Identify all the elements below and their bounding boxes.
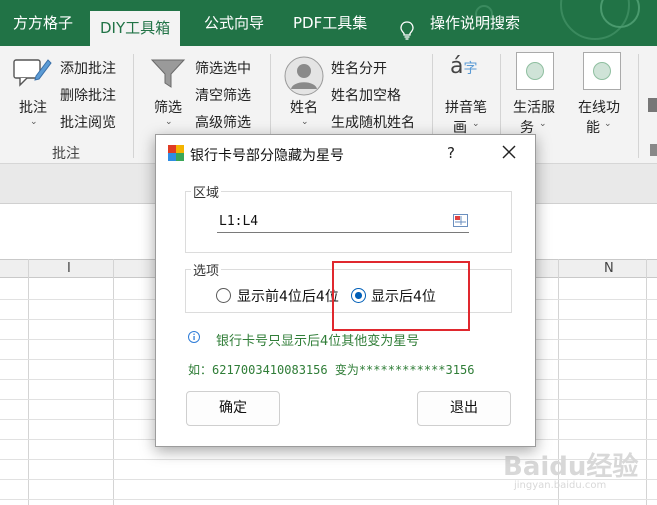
name-button-label[interactable]: 姓名 — [290, 97, 318, 117]
range-input[interactable] — [217, 211, 469, 233]
truncated-group-label — [650, 144, 657, 156]
grid-line — [646, 259, 647, 505]
view-comments-button[interactable]: 批注阅览 — [60, 112, 116, 132]
grid-line — [0, 499, 657, 500]
column-header-i[interactable]: I — [67, 261, 71, 276]
life-services-label[interactable]: 生活服 — [513, 97, 555, 117]
online-features-label-2: 能 — [586, 120, 600, 136]
pinyin-button-label[interactable]: 拼音笔 — [445, 97, 487, 117]
person-icon[interactable] — [284, 56, 324, 96]
chevron-down-icon: ⌄ — [472, 119, 480, 129]
chevron-down-icon: ⌄ — [604, 119, 612, 129]
add-comment-button[interactable]: 添加批注 — [60, 58, 116, 78]
dialog-title: 银行卡号部分隐藏为星号 — [190, 148, 344, 164]
mask-card-number-dialog: 银行卡号部分隐藏为星号 ? 区域 选项 显示前4位后4位 显示后4位 银行卡号只… — [155, 134, 536, 447]
hint-text: 银行卡号只显示后4位其他变为星号 — [216, 334, 420, 349]
clear-filter-button[interactable]: 清空筛选 — [195, 85, 251, 105]
lightbulb-icon[interactable] — [400, 21, 414, 40]
truncated-ribbon-button[interactable] — [648, 98, 657, 112]
online-features-icon[interactable] — [583, 52, 621, 90]
ribbon-tab-bar: 方方格子 DIY工具箱 公式向导 PDF工具集 操作说明搜索 — [0, 0, 657, 46]
tab-pdf-tools[interactable]: PDF工具集 — [293, 0, 367, 46]
watermark-url: jingyan.baidu.com — [514, 480, 607, 491]
tab-formula-wizard[interactable]: 公式向导 — [204, 0, 264, 46]
close-icon[interactable] — [499, 142, 519, 162]
filter-selected-button[interactable]: 筛选选中 — [195, 58, 251, 78]
chevron-down-icon: ⌄ — [30, 117, 38, 127]
radio-show-first4-last4[interactable] — [216, 288, 231, 303]
delete-comment-button[interactable]: 删除批注 — [60, 85, 116, 105]
life-services-icon[interactable] — [516, 52, 554, 90]
highlight-box — [332, 261, 470, 331]
help-button[interactable]: ? — [447, 144, 455, 162]
comment-group-label: 批注 — [52, 146, 80, 162]
tab-search[interactable]: 操作说明搜索 — [430, 0, 520, 46]
example-text: 如：6217003410083156 变为************3156 — [188, 363, 475, 377]
pinyin-icon[interactable]: á字 — [450, 54, 477, 79]
ribbon-separator — [638, 54, 639, 158]
name-add-space-button[interactable]: 姓名加空格 — [331, 85, 401, 105]
range-select-icon[interactable] — [453, 214, 468, 227]
split-name-button[interactable]: 姓名分开 — [331, 58, 387, 78]
chevron-down-icon: ⌄ — [301, 117, 309, 127]
area-group-label: 区域 — [191, 182, 222, 201]
filter-button-label[interactable]: 筛选 — [154, 97, 182, 117]
watermark-brand: Baidu经验 — [503, 452, 639, 482]
options-group-label: 选项 — [191, 260, 222, 279]
random-name-button[interactable]: 生成随机姓名 — [331, 112, 415, 132]
tab-diy-toolbox[interactable]: DIY工具箱 — [90, 11, 181, 46]
comment-button-label[interactable]: 批注 — [19, 97, 47, 117]
chevron-down-icon: ⌄ — [165, 117, 173, 127]
filter-icon[interactable] — [150, 58, 186, 90]
ok-button[interactable]: 确定 — [186, 391, 280, 426]
comment-icon[interactable] — [12, 56, 52, 90]
option-show-first4-last4-label[interactable]: 显示前4位后4位 — [237, 286, 339, 306]
grid-line — [28, 259, 29, 505]
advanced-filter-button[interactable]: 高级筛选 — [195, 112, 251, 132]
exit-button[interactable]: 退出 — [417, 391, 511, 426]
ribbon-separator — [133, 54, 134, 158]
tab-fangfangezi[interactable]: 方方格子 — [13, 0, 73, 46]
app-icon — [168, 145, 184, 161]
chevron-down-icon: ⌄ — [539, 119, 547, 129]
grid-line — [113, 259, 114, 505]
column-header-n[interactable]: N — [604, 261, 614, 276]
info-icon — [188, 331, 200, 343]
online-features-label[interactable]: 在线功 — [578, 97, 620, 117]
